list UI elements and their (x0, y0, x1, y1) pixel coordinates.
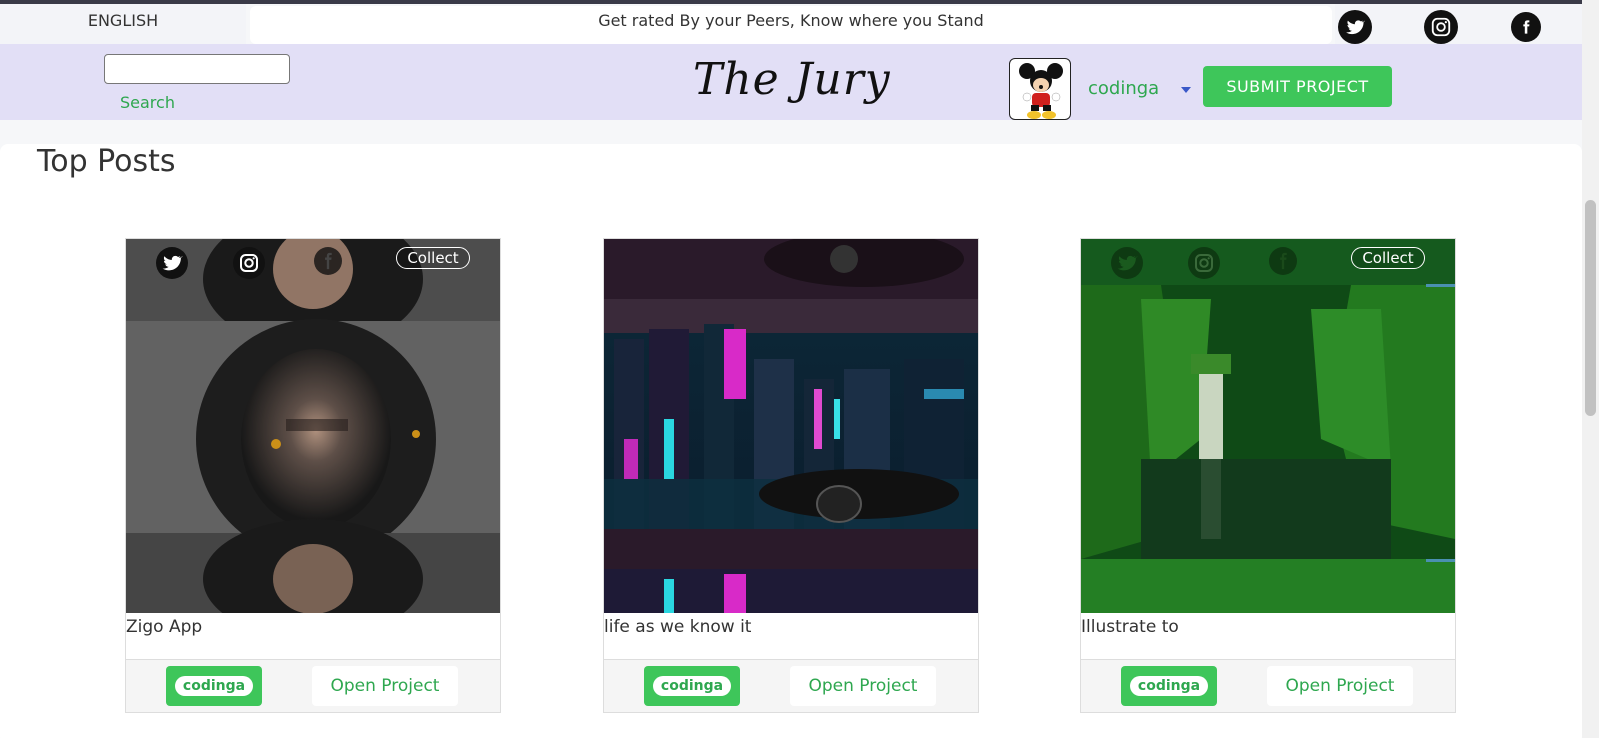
author-badge[interactable]: codinga (166, 666, 262, 706)
caret-down-icon[interactable] (1181, 87, 1191, 93)
collect-button[interactable]: Collect (1351, 247, 1425, 269)
open-project-button[interactable]: Open Project (1267, 666, 1413, 706)
project-title: life as we know it (604, 617, 752, 637)
collect-button[interactable]: Collect (396, 247, 470, 269)
instagram-icon[interactable] (233, 247, 265, 279)
project-image[interactable]: Collect (1081, 239, 1455, 613)
card-footer: codinga Open Project (126, 659, 500, 712)
user-menu-toggle[interactable]: codinga (1088, 78, 1159, 99)
author-name: codinga (174, 676, 254, 696)
project-card: life as we know it codinga Open Project (603, 238, 979, 713)
project-card: Collect Zigo App codinga Open Project (125, 238, 501, 713)
author-badge[interactable]: codinga (644, 666, 740, 706)
search-input[interactable] (104, 54, 290, 84)
section-title: Top Posts (37, 144, 176, 179)
search-button[interactable]: Search (120, 93, 175, 112)
open-project-button[interactable]: Open Project (312, 666, 458, 706)
instagram-icon[interactable] (1188, 247, 1220, 279)
submit-project-button[interactable]: SUBMIT PROJECT (1203, 66, 1392, 107)
twitter-icon[interactable] (1111, 247, 1143, 279)
project-image[interactable]: Collect (126, 239, 500, 613)
project-card: Collect Illustrate to codinga Open Proje… (1080, 238, 1456, 713)
site-logo[interactable]: The Jury (693, 54, 891, 105)
site-tagline: Get rated By your Peers, Know where you … (250, 6, 1332, 44)
open-project-button[interactable]: Open Project (790, 666, 936, 706)
user-avatar[interactable] (1009, 58, 1071, 120)
instagram-icon[interactable] (1424, 10, 1458, 44)
top-posts-section: Top Posts Collect Zigo App codinga Open … (0, 144, 1582, 738)
author-name: codinga (1129, 676, 1209, 696)
card-footer: codinga Open Project (1081, 659, 1455, 712)
author-badge[interactable]: codinga (1121, 666, 1217, 706)
author-name: codinga (652, 676, 732, 696)
language-selector[interactable]: ENGLISH (0, 4, 246, 44)
navbar: Search The Jury codinga SUBMIT PROJECT (0, 44, 1582, 120)
mickey-avatar-icon (1019, 63, 1063, 119)
project-title: Zigo App (126, 617, 203, 637)
facebook-icon[interactable] (1269, 247, 1297, 275)
project-title: Illustrate to (1081, 617, 1179, 637)
twitter-icon[interactable] (1338, 10, 1372, 44)
card-footer: codinga Open Project (604, 659, 978, 712)
header-social-links (1335, 4, 1582, 48)
project-image[interactable] (604, 239, 978, 613)
twitter-icon[interactable] (156, 247, 188, 279)
scrollbar-thumb[interactable] (1585, 200, 1596, 416)
facebook-icon[interactable] (314, 247, 342, 275)
facebook-icon[interactable] (1511, 12, 1541, 42)
